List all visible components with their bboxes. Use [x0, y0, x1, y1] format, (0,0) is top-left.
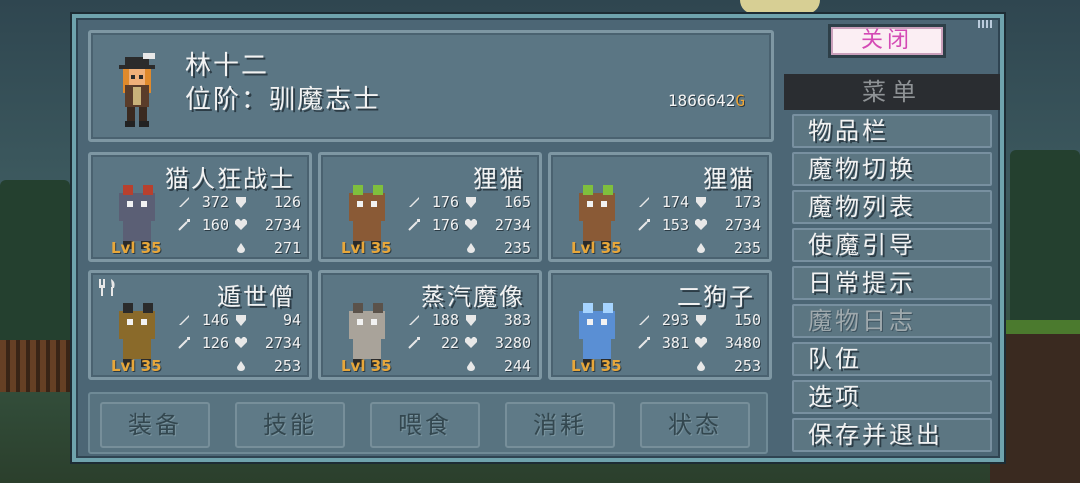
player-name: 林十二: [185, 51, 270, 81]
mana-drop-icon: [237, 361, 245, 371]
monster-mana: 271: [273, 239, 301, 257]
monster-attack: 174: [661, 193, 689, 211]
monster-level: Lvl 35: [111, 239, 162, 257]
monster-defense: 383: [503, 311, 531, 329]
monster-action-bar: 装备 技能 喂食 消耗 状态: [88, 392, 768, 454]
monster-attack: 188: [431, 311, 459, 329]
monster-card[interactable]: 猫人狂战士 372 126 160 2734 271 Lvl 35: [88, 152, 312, 262]
monster-card[interactable]: 狸猫 176 165 176 2734 235 Lvl 35: [318, 152, 542, 262]
close-button[interactable]: 关闭: [828, 24, 946, 58]
tab-consumables[interactable]: 消耗: [505, 402, 615, 448]
monster-name: 猫人狂战士: [165, 165, 295, 193]
monster-level: Lvl 35: [571, 357, 622, 375]
shield-icon: [236, 197, 246, 208]
monster-defense: 150: [733, 311, 761, 329]
monster-magic: 381: [661, 334, 689, 352]
monster-card[interactable]: 遁世僧 146 94 126 2734 253 Lvl 35: [88, 270, 312, 380]
monster-magic: 126: [201, 334, 229, 352]
menu-item-options[interactable]: 选项: [792, 380, 992, 414]
mana-drop-icon: [467, 243, 475, 253]
monster-attack: 372: [201, 193, 229, 211]
monster-attack: 176: [431, 193, 459, 211]
monster-defense: 126: [273, 193, 301, 211]
menu-item-save-and-quit[interactable]: 保存并退出: [792, 418, 992, 452]
player-rank: 位阶：驯魔志士: [185, 85, 382, 115]
monster-mana: 244: [503, 357, 531, 375]
monster-level: Lvl 35: [571, 239, 622, 257]
monster-defense: 173: [733, 193, 761, 211]
tab-status[interactable]: 状态: [640, 402, 750, 448]
monster-name: 二狗子: [677, 283, 755, 311]
monster-card[interactable]: 二狗子 293 150 381 3480 253 Lvl 35: [548, 270, 772, 380]
background-tree: [1010, 150, 1080, 320]
heart-icon: [465, 337, 477, 348]
monster-mana: 253: [273, 357, 301, 375]
monster-level: Lvl 35: [111, 357, 162, 375]
tab-skills[interactable]: 技能: [235, 402, 345, 448]
background-tree: [0, 180, 70, 340]
tab-feed[interactable]: 喂食: [370, 402, 480, 448]
monster-defense: 94: [282, 311, 301, 329]
monster-level: Lvl 35: [341, 239, 392, 257]
monster-health: 3280: [494, 334, 531, 352]
shield-icon: [466, 197, 476, 208]
heart-icon: [695, 337, 707, 348]
shield-icon: [696, 197, 706, 208]
monster-card[interactable]: 狸猫 174 173 153 2734 235 Lvl 35: [548, 152, 772, 262]
monster-health: 2734: [264, 216, 301, 234]
shield-icon: [236, 315, 246, 326]
sun-glow: [740, 0, 820, 14]
shield-icon: [466, 315, 476, 326]
mana-drop-icon: [467, 361, 475, 371]
monster-magic: 160: [201, 216, 229, 234]
menu-item-inventory[interactable]: 物品栏: [792, 114, 992, 148]
gold-unit: G: [735, 91, 745, 110]
monster-mana: 235: [503, 239, 531, 257]
monster-health: 2734: [494, 216, 531, 234]
monster-attack: 293: [661, 311, 689, 329]
monster-magic: 22: [440, 334, 459, 352]
monster-name: 狸猫: [473, 165, 525, 193]
shield-icon: [696, 315, 706, 326]
monster-magic: 176: [431, 216, 459, 234]
monster-level: Lvl 35: [341, 357, 392, 375]
heart-icon: [465, 219, 477, 230]
monster-mana: 235: [733, 239, 761, 257]
monster-name: 蒸汽魔像: [421, 283, 525, 311]
player-sprite: [119, 53, 155, 127]
fork-knife-icon[interactable]: [97, 277, 119, 297]
player-panel: 林十二 位阶：驯魔志士 1866642G: [88, 30, 774, 142]
window-corner-ornament: [978, 20, 994, 28]
menu-header: 菜单: [784, 74, 1000, 110]
background-bridge: [0, 340, 80, 392]
menu-item-monster-journal: 魔物日志: [792, 304, 992, 338]
monster-magic: 153: [661, 216, 689, 234]
monster-menu-window: 林十二 位阶：驯魔志士 1866642G 猫人狂战士 372 126 160 2…: [72, 14, 1004, 462]
monster-health: 2734: [724, 216, 761, 234]
heart-icon: [235, 219, 247, 230]
monster-name: 狸猫: [703, 165, 755, 193]
gold-amount: 1866642G: [668, 91, 745, 110]
monster-health: 2734: [264, 334, 301, 352]
monster-attack: 146: [201, 311, 229, 329]
monster-health: 3480: [724, 334, 761, 352]
monster-card[interactable]: 蒸汽魔像 188 383 22 3280 244 Lvl 35: [318, 270, 542, 380]
mana-drop-icon: [697, 361, 705, 371]
tab-equipment[interactable]: 装备: [100, 402, 210, 448]
menu-item-party[interactable]: 队伍: [792, 342, 992, 376]
menu-item-monster-list[interactable]: 魔物列表: [792, 190, 992, 224]
gold-value: 1866642: [667, 91, 736, 110]
mana-drop-icon: [697, 243, 705, 253]
menu-item-familiar-guide[interactable]: 使魔引导: [792, 228, 992, 262]
heart-icon: [235, 337, 247, 348]
heart-icon: [695, 219, 707, 230]
menu-item-daily-tips[interactable]: 日常提示: [792, 266, 992, 300]
monster-defense: 165: [503, 193, 531, 211]
menu-item-monster-switch[interactable]: 魔物切换: [792, 152, 992, 186]
monster-name: 遁世僧: [217, 283, 295, 311]
monster-mana: 253: [733, 357, 761, 375]
mana-drop-icon: [237, 243, 245, 253]
